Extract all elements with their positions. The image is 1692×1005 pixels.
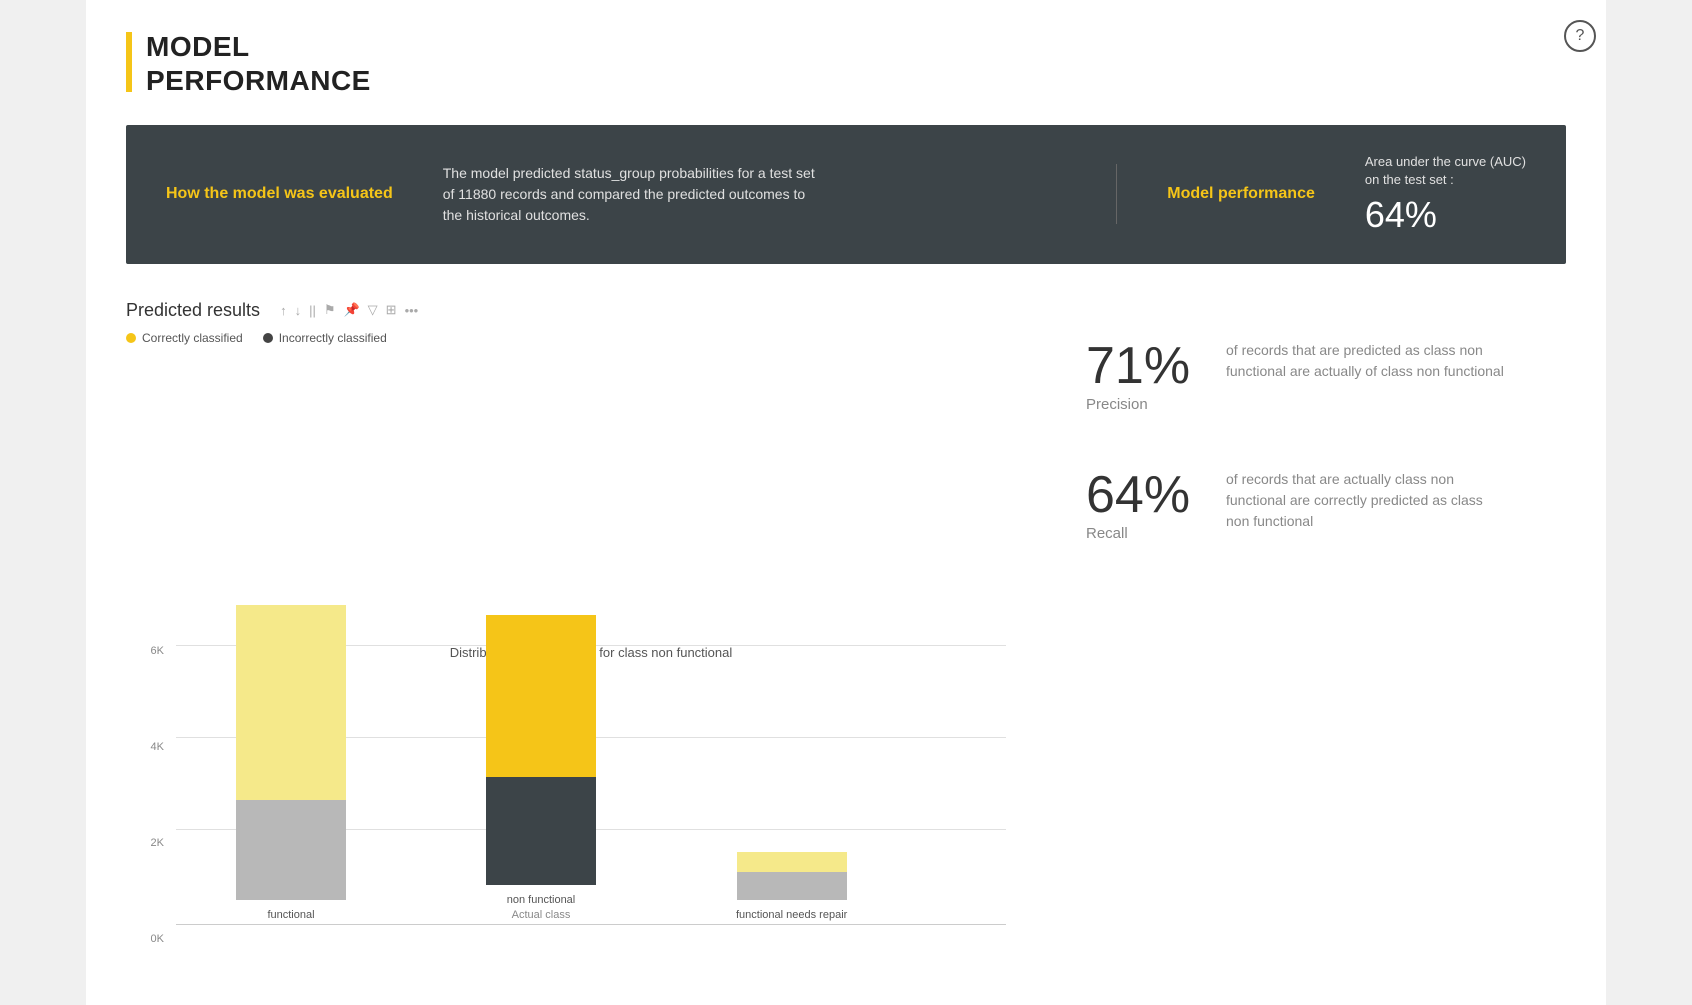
more-icon[interactable]: ••• — [405, 303, 419, 318]
bar-repair-stack — [737, 852, 847, 900]
chart-legend: Correctly classified Incorrectly classif… — [126, 331, 1006, 345]
banner-description: The model predicted status_group probabi… — [443, 163, 823, 226]
banner-performance-section: Model performance Area under the curve (… — [1167, 153, 1526, 235]
info-banner: How the model was evaluated The model pr… — [126, 125, 1566, 263]
chart-toolbar: ↑ ↓ || ⚑ 📌 ▽ ⊞ ••• — [280, 302, 418, 318]
bar-chart-wrapper: 0K 2K 4K 6K — [126, 645, 1006, 985]
bar-repair-correct — [737, 852, 847, 872]
recall-description: of records that are actually class non f… — [1226, 469, 1506, 532]
precision-block: 71% Precision of records that are predic… — [1086, 340, 1566, 419]
chart-header: Predicted results ↑ ↓ || ⚑ 📌 ▽ ⊞ ••• — [126, 300, 1006, 321]
page-title: MODEL PERFORMANCE — [146, 30, 371, 97]
y-label-0k: 0K — [126, 933, 172, 945]
y-axis: 0K 2K 4K 6K — [126, 645, 172, 945]
banner-auc: Area under the curve (AUC)on the test se… — [1365, 153, 1526, 235]
banner-how-label: How the model was evaluated — [166, 185, 393, 203]
bar-non-functional-incorrect — [486, 777, 596, 885]
recall-label: Recall — [1086, 525, 1206, 542]
page-header: MODEL PERFORMANCE — [126, 30, 1566, 97]
flag-icon[interactable]: ⚑ — [324, 302, 336, 318]
precision-label: Precision — [1086, 396, 1206, 413]
banner-auc-value: 64% — [1365, 194, 1526, 236]
sort-asc-icon[interactable]: ↑ — [280, 303, 287, 318]
expand-icon[interactable]: ⊞ — [386, 302, 397, 318]
bar-repair-label: functional needs repair — [736, 908, 847, 923]
precision-row: 71% Precision of records that are predic… — [1086, 340, 1566, 419]
bar-non-functional-label: non functionalActual class — [507, 893, 576, 924]
bar-repair-incorrect — [737, 872, 847, 900]
y-label-2k: 2K — [126, 837, 172, 849]
pin-icon[interactable]: 📌 — [343, 302, 359, 318]
chart-section: Predicted results ↑ ↓ || ⚑ 📌 ▽ ⊞ ••• Cor… — [126, 300, 1006, 985]
main-content: Predicted results ↑ ↓ || ⚑ 📌 ▽ ⊞ ••• Cor… — [126, 300, 1566, 985]
banner-divider — [1116, 164, 1117, 224]
banner-evaluation-section: How the model was evaluated The model pr… — [166, 163, 1066, 226]
recall-number-col: 64% Recall — [1086, 469, 1206, 548]
recall-value: 64% — [1086, 469, 1206, 521]
precision-number-col: 71% Precision — [1086, 340, 1206, 419]
chart-inner: functional non functionalActual class — [176, 645, 1006, 925]
y-label-6k: 6K — [126, 645, 172, 657]
filter-icon[interactable]: ▽ — [368, 302, 378, 318]
bar-functional-stack — [236, 605, 346, 900]
bar-non-functional-correct — [486, 615, 596, 777]
banner-performance-label: Model performance — [1167, 185, 1315, 203]
help-button[interactable]: ? — [1564, 20, 1596, 52]
bar-functional-label: functional — [267, 908, 314, 923]
legend-correct-dot — [126, 333, 136, 343]
chart-title: Predicted results — [126, 300, 260, 321]
banner-auc-title: Area under the curve (AUC)on the test se… — [1365, 153, 1526, 189]
bar-functional-correct — [236, 605, 346, 800]
legend-incorrectly-classified: Incorrectly classified — [263, 331, 387, 345]
columns-icon[interactable]: || — [309, 303, 316, 318]
legend-correctly-classified: Correctly classified — [126, 331, 243, 345]
bars-area: functional non functionalActual class — [176, 605, 1006, 923]
page-container: MODEL PERFORMANCE How the model was eval… — [86, 0, 1606, 1005]
stats-section: ? 71% Precision of records that are pred… — [1046, 300, 1566, 985]
bar-functional-incorrect — [236, 800, 346, 900]
bar-non-functional: non functionalActual class — [486, 615, 596, 924]
bar-non-functional-stack — [486, 615, 596, 885]
y-label-4k: 4K — [126, 741, 172, 753]
recall-block: 64% Recall of records that are actually … — [1086, 469, 1566, 548]
recall-row: 64% Recall of records that are actually … — [1086, 469, 1566, 548]
legend-incorrect-label: Incorrectly classified — [279, 331, 387, 345]
sort-desc-icon[interactable]: ↓ — [295, 303, 302, 318]
bar-functional: functional — [236, 605, 346, 923]
legend-incorrect-dot — [263, 333, 273, 343]
header-accent-bar — [126, 32, 132, 92]
bar-repair: functional needs repair — [736, 852, 847, 923]
legend-correct-label: Correctly classified — [142, 331, 243, 345]
precision-description: of records that are predicted as class n… — [1226, 340, 1506, 382]
precision-value: 71% — [1086, 340, 1206, 392]
